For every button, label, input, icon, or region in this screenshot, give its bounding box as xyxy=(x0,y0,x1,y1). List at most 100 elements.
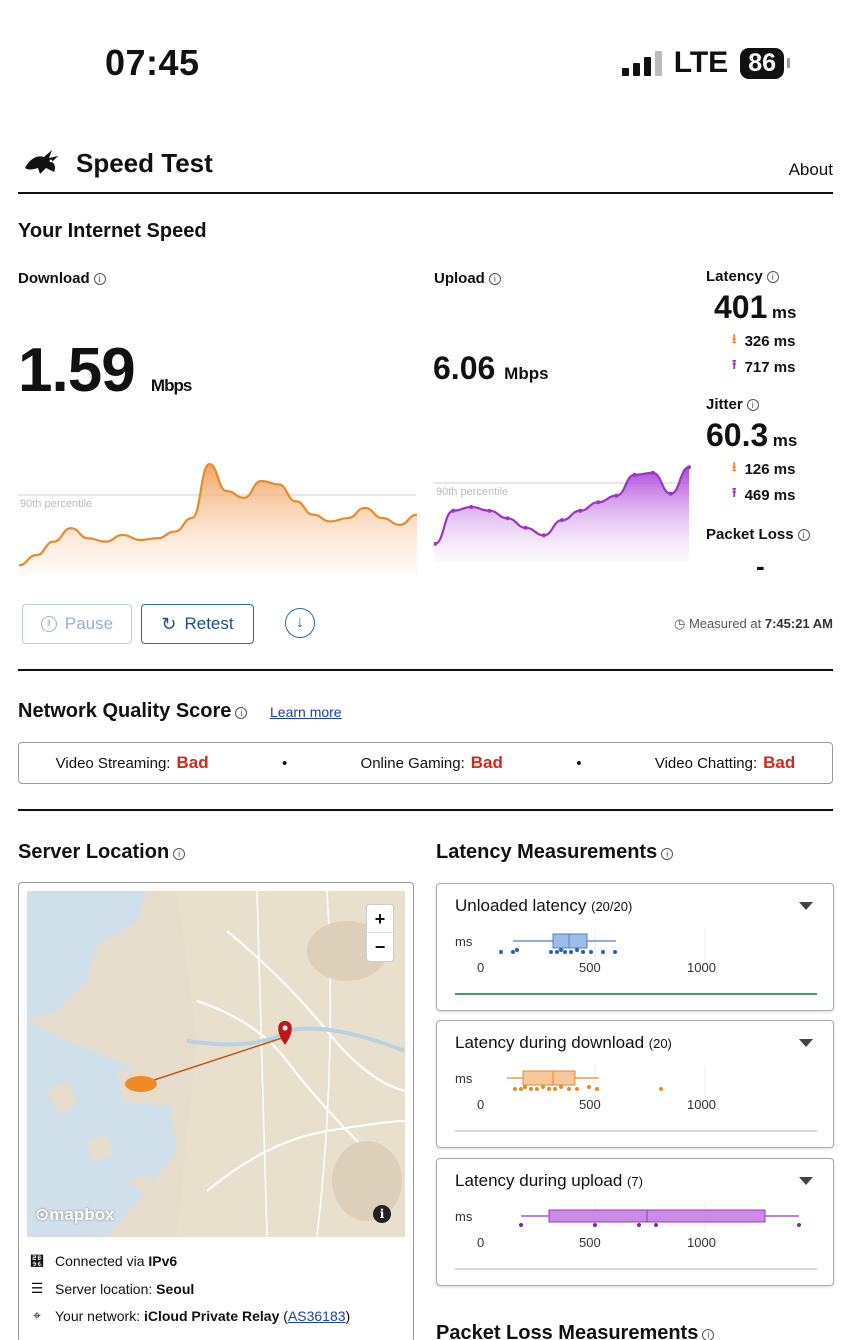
packet-loss-value: - xyxy=(756,551,765,581)
section-title-latency: Latency Measurements i xyxy=(436,841,674,864)
chart-point xyxy=(614,493,619,498)
download-results-button[interactable]: ↓ xyxy=(285,608,315,638)
info-icon[interactable]: i xyxy=(488,273,501,285)
download-arrow-icon: ⭳ xyxy=(732,331,737,346)
as-link[interactable]: AS36183 xyxy=(288,1308,346,1324)
tick-label: 0 xyxy=(477,960,484,975)
info-icon[interactable]: i xyxy=(173,848,186,860)
chart-point xyxy=(560,518,564,523)
tick-label: 0 xyxy=(477,1235,484,1250)
unit-label: ms xyxy=(455,1209,473,1224)
quality-streaming: Video Streaming: Bad xyxy=(55,753,209,772)
network-quality-box: Video Streaming: Bad • Online Gaming: Bad … xyxy=(18,742,833,784)
info-icon[interactable]: i xyxy=(797,529,810,541)
packet-loss-label: Packet Loss i xyxy=(706,526,826,543)
chevron-down-icon[interactable] xyxy=(799,902,813,910)
divider xyxy=(18,809,833,811)
chart-point xyxy=(596,500,601,505)
latency-card-upload[interactable]: Latency during upload (7) ms 0 500 1000 xyxy=(436,1158,834,1286)
info-icon[interactable]: i xyxy=(661,848,674,860)
info-icon[interactable]: i xyxy=(702,1329,715,1340)
latency-card-title: Latency during download (20) xyxy=(455,1033,672,1052)
upload-arrow-icon: ⭱ xyxy=(732,485,737,500)
info-icon[interactable]: i xyxy=(93,273,106,285)
download-arrow-icon: ⭳ xyxy=(732,459,737,474)
status-time: 07:45 xyxy=(105,42,200,83)
download-label: Download i xyxy=(18,270,106,287)
battery-icon: 86 xyxy=(740,47,790,79)
server-location: ☰ Server location: Seoul xyxy=(30,1280,195,1297)
zoom-in-button[interactable]: + xyxy=(367,905,393,933)
tick-label: 1000 xyxy=(687,1097,716,1112)
latency-card-title: Unloaded latency (20/20) xyxy=(455,896,633,915)
chevron-down-icon[interactable] xyxy=(799,1177,813,1185)
latency-card-download[interactable]: Latency during download (20) ms 0 500 10… xyxy=(436,1020,834,1148)
clock-icon: ◷ xyxy=(673,616,686,631)
chart-point xyxy=(650,470,655,475)
latency-down: ⭳ 326 ms xyxy=(732,330,826,352)
app-header: Speed Test About xyxy=(18,142,833,194)
server-map[interactable]: + − ⊙mapbox i xyxy=(27,891,405,1237)
divider xyxy=(18,669,833,671)
about-link[interactable]: About xyxy=(789,160,833,180)
mapbox-icon: ⊙ xyxy=(35,1205,50,1224)
refresh-icon: ↻ xyxy=(161,613,177,634)
network-icon: ⮖ xyxy=(30,1253,44,1269)
unit-label: ms xyxy=(455,1071,473,1086)
chevron-down-icon[interactable] xyxy=(799,1039,813,1047)
server-map-card: + − ⊙mapbox i ⮖ Connected via IPv6 ☰ Serve… xyxy=(18,882,414,1340)
map-attribution-icon[interactable]: i xyxy=(373,1205,391,1223)
upload-value: 6.06 Mbps xyxy=(433,350,549,386)
measured-time: ◷ Measured at 7:45:21 AM xyxy=(673,616,833,631)
mapbox-logo[interactable]: ⊙mapbox xyxy=(35,1205,114,1225)
tick-label: 0 xyxy=(477,1097,484,1112)
upload-area xyxy=(435,467,689,562)
zoom-controls: + − xyxy=(367,905,393,961)
tick-label: 500 xyxy=(579,1235,601,1250)
quality-gaming: Online Gaming: Bad xyxy=(360,753,503,772)
info-icon[interactable]: i xyxy=(235,707,248,719)
section-title-speed: Your Internet Speed xyxy=(18,220,207,242)
side-metrics: Latency i 401 ms ⭳ 326 ms ⭱ 717 ms Jitter i … xyxy=(706,268,826,582)
your-network: ⌖ Your network: iCloud Private Relay (AS3… xyxy=(29,1307,350,1324)
separator-dot: • xyxy=(281,754,288,772)
upload-chart: 90th percentile xyxy=(434,465,691,562)
jitter-label: Jitter i xyxy=(706,396,826,413)
download-chart: 90th percentile xyxy=(18,463,418,576)
percentile-label: 90th percentile xyxy=(436,486,508,498)
pause-button[interactable]: ‖ Pause xyxy=(22,604,132,644)
learn-more-link[interactable]: Learn more xyxy=(270,704,342,720)
section-title-network-quality: Network Quality Score i xyxy=(18,700,248,723)
server-icon: ☰ xyxy=(30,1280,44,1296)
latency-boxplot-unloaded: ms 0 500 1000 xyxy=(455,928,817,995)
status-indicators: LTE 86 xyxy=(621,46,790,80)
chart-point xyxy=(632,472,637,477)
connected-via: ⮖ Connected via IPv6 xyxy=(30,1253,178,1269)
info-icon[interactable]: i xyxy=(746,399,759,411)
retest-button[interactable]: ↻ Retest xyxy=(141,604,254,644)
latency-card-title: Latency during upload (7) xyxy=(455,1171,643,1190)
tick-label: 1000 xyxy=(687,1235,716,1250)
section-title-server: Server Location i xyxy=(18,841,186,864)
download-value: 1.59 Mbps xyxy=(18,336,192,405)
unit-label: ms xyxy=(455,934,473,949)
latency-value: 401 ms xyxy=(714,289,797,325)
info-icon[interactable]: i xyxy=(766,271,779,283)
chart-point xyxy=(523,525,528,530)
pause-icon: ‖ xyxy=(40,616,57,632)
location-pin-icon: ⌖ xyxy=(33,1307,41,1323)
latency-boxplot-upload: ms 0 500 1000 xyxy=(455,1203,817,1270)
chart-point xyxy=(469,504,474,509)
download-icon: ↓ xyxy=(296,614,304,631)
percentile-label: 90th percentile xyxy=(20,498,92,510)
latency-card-unloaded[interactable]: Unloaded latency (20/20) ms 0 500 1000 xyxy=(436,883,834,1011)
tick-label: 1000 xyxy=(687,960,716,975)
app-title: Speed Test xyxy=(76,148,213,178)
tick-label: 500 xyxy=(579,1097,601,1112)
zoom-out-button[interactable]: − xyxy=(367,933,393,961)
tick-label: 500 xyxy=(579,960,601,975)
upload-label: Upload i xyxy=(434,270,501,287)
chart-point xyxy=(505,516,510,521)
latency-boxplot-download: ms 0 500 1000 xyxy=(455,1065,817,1132)
signal-icon xyxy=(621,50,662,76)
